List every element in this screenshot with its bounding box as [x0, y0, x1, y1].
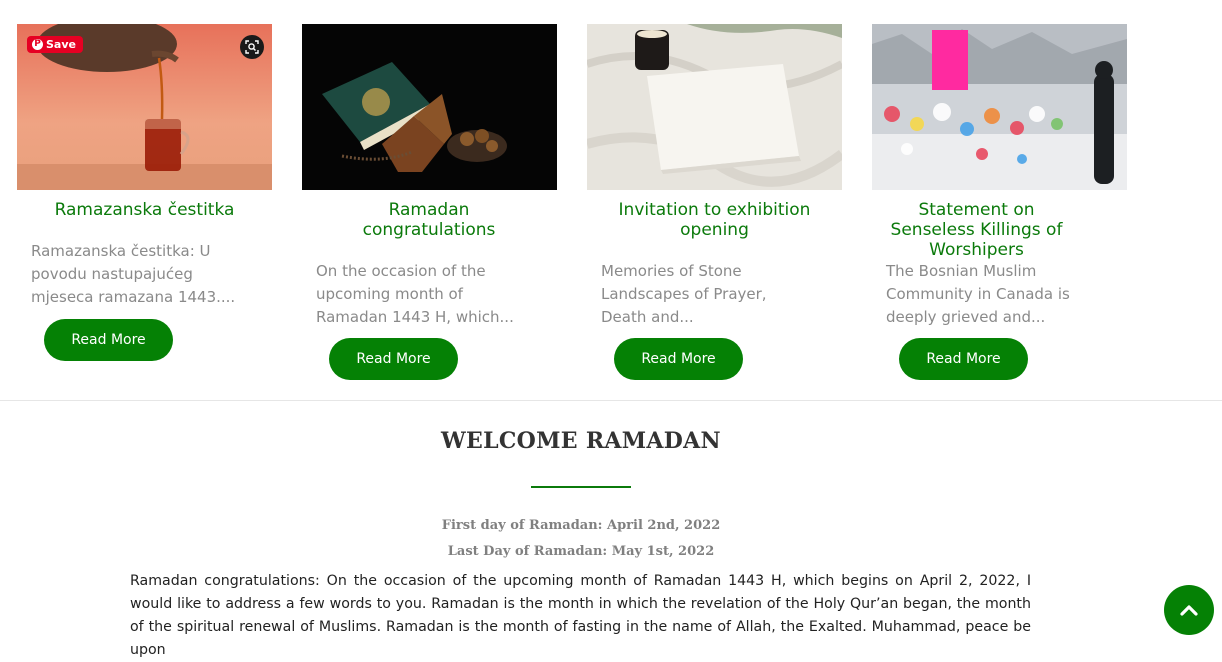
- post-card: P Save Ramazanska čestitka Ramazanska če…: [17, 24, 272, 361]
- post-card: Ramadan congratulations On the occasion …: [302, 24, 557, 380]
- read-more-button[interactable]: Read More: [614, 338, 743, 380]
- pinterest-icon: P: [32, 39, 43, 50]
- memorial-image: [872, 24, 1127, 190]
- quran-image: [302, 24, 557, 190]
- memorial-photo[interactable]: [872, 24, 1127, 190]
- card-excerpt: On the occasion of the upcoming month of…: [316, 262, 514, 326]
- read-more-button[interactable]: Read More: [329, 338, 458, 380]
- card-excerpt: Memories of Stone Landscapes of Prayer, …: [601, 262, 767, 326]
- pinterest-save-label: Save: [46, 38, 76, 51]
- read-more-button[interactable]: Read More: [899, 338, 1028, 380]
- quran-dates-photo[interactable]: [302, 24, 557, 190]
- post-card: Statement on Senseless Killings of Worsh…: [872, 24, 1127, 380]
- last-day-text: Last Day of Ramadan: May 1st, 2022: [447, 544, 715, 559]
- title-underline: [531, 486, 631, 488]
- read-more-button[interactable]: Read More: [44, 319, 173, 361]
- first-day-text: First day of Ramadan: April 2nd, 2022: [441, 518, 721, 533]
- tea-pouring-photo[interactable]: P Save: [17, 24, 272, 190]
- section-divider: [0, 400, 1222, 401]
- card-excerpt: The Bosnian Muslim Community in Canada i…: [886, 262, 1070, 326]
- candle-card-photo[interactable]: [587, 24, 842, 190]
- post-card: Invitation to exhibition opening Memorie…: [587, 24, 842, 380]
- visual-search-button[interactable]: [240, 35, 264, 59]
- scroll-to-top-button[interactable]: [1164, 585, 1214, 635]
- pinterest-save-button[interactable]: P Save: [27, 36, 83, 53]
- candle-image: [587, 24, 842, 190]
- section-title: WELCOME RAMADAN: [441, 428, 721, 454]
- card-title[interactable]: Ramadan congratulations: [329, 200, 529, 240]
- welcome-body-text: Ramadan congratulations: On the occasion…: [130, 573, 1031, 658]
- card-title[interactable]: Invitation to exhibition opening: [587, 200, 842, 240]
- visual-search-icon: [245, 40, 259, 54]
- card-title[interactable]: Statement on Senseless Killings of Worsh…: [874, 200, 1079, 260]
- chevron-up-icon: [1180, 605, 1198, 616]
- card-excerpt: Ramazanska čestitka: U povodu nastupajuć…: [31, 242, 236, 306]
- card-title[interactable]: Ramazanska čestitka: [17, 200, 272, 220]
